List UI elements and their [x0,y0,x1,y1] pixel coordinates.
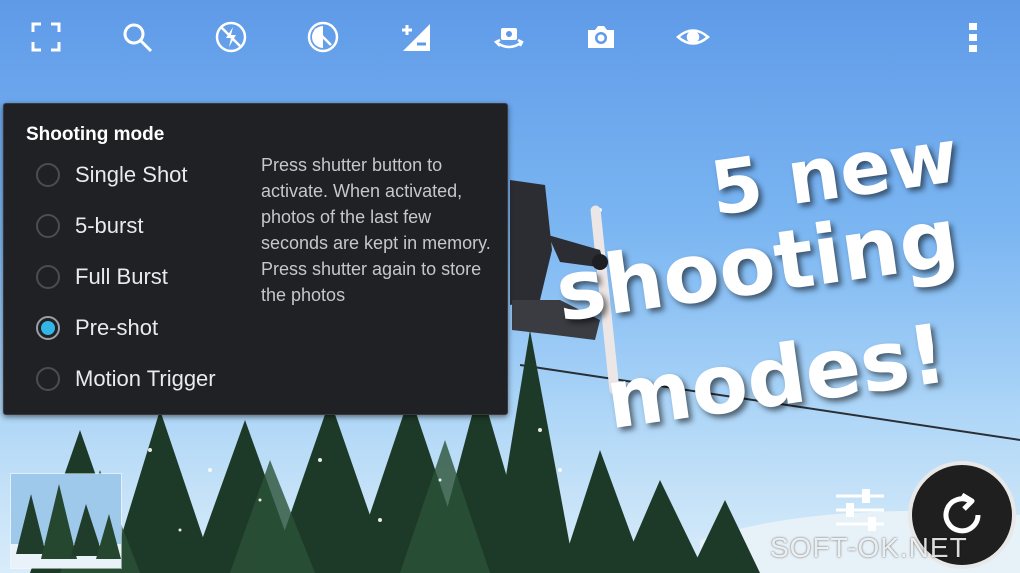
exposure-lock-icon[interactable] [300,14,346,60]
camera-viewfinder: Shooting mode Single Shot 5-burst Full B… [0,0,1020,573]
more-vert-icon[interactable] [950,14,996,60]
dialog-title: Shooting mode [26,124,165,145]
radio-button[interactable] [36,367,60,391]
gallery-thumbnail[interactable] [10,473,122,569]
camera-icon[interactable] [578,14,624,60]
flash-off-icon[interactable] [208,14,254,60]
switch-camera-icon[interactable] [486,14,532,60]
sliders-icon[interactable] [832,484,888,534]
mode-description: Press shutter button to activate. When a… [261,155,491,305]
option-label: Pre-shot [75,315,159,340]
camera-toolbar [0,0,1020,76]
option-full-burst[interactable]: Full Burst [36,257,266,297]
radio-button-selected[interactable] [36,316,60,340]
option-motion-trigger[interactable]: Motion Trigger [36,359,266,399]
radio-dot [41,321,55,335]
option-label: Motion Trigger [75,366,216,391]
option-pre-shot[interactable]: Pre-shot [36,308,266,348]
option-single-shot[interactable]: Single Shot [36,155,266,195]
option-label: Single Shot [75,162,188,187]
radio-button[interactable] [36,214,60,238]
exposure-compensation-icon[interactable] [393,14,439,60]
option-5-burst[interactable]: 5-burst [36,206,266,246]
eye-icon[interactable] [670,14,716,60]
thumbnail-image [11,474,121,568]
option-label: Full Burst [75,264,168,289]
option-label: 5-burst [75,213,144,238]
shooting-mode-dialog: Shooting mode Single Shot 5-burst Full B… [3,103,508,415]
search-icon[interactable] [114,14,160,60]
radio-button[interactable] [36,265,60,289]
watermark-text: SOFT-OK.NET [770,532,968,563]
radio-button[interactable] [36,163,60,187]
focus-frame-icon[interactable] [23,14,69,60]
